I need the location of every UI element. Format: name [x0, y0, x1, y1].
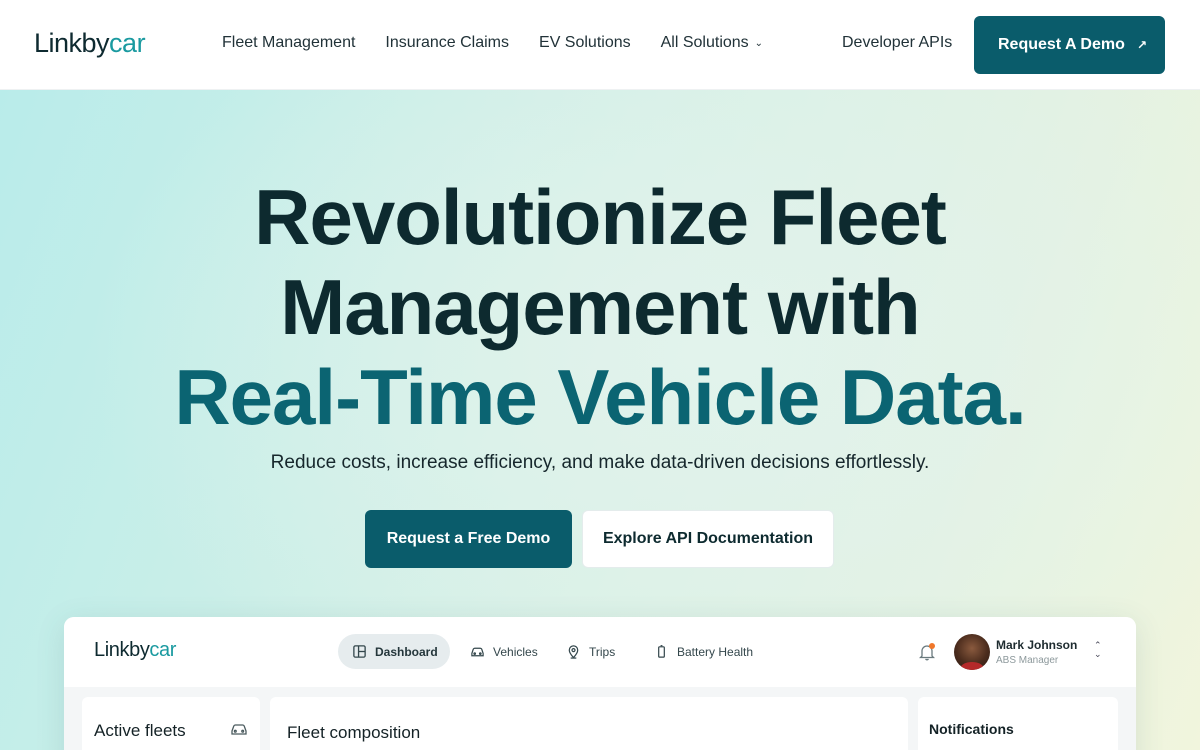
fleet-composition-card: Fleet composition	[270, 697, 908, 750]
nav-link-developer-apis[interactable]: Developer APIs	[842, 34, 952, 52]
car-icon	[471, 647, 484, 657]
nav-link-insurance-claims[interactable]: Insurance Claims	[385, 34, 509, 52]
main-nav: Fleet Management Insurance Claims EV Sol…	[222, 34, 763, 52]
logo-text-accent: car	[109, 28, 146, 58]
dashboard-preview: Linkbycar Dashboard Vehicles Trips Batte…	[64, 617, 1136, 750]
location-pin-icon	[568, 645, 579, 659]
hero-subtitle: Reduce costs, increase efficiency, and m…	[270, 452, 930, 473]
tab-label: Battery Health	[677, 644, 754, 659]
notifications-card: Notifications	[918, 697, 1118, 750]
request-free-demo-button[interactable]: Request a Free Demo	[365, 510, 572, 568]
tab-trips[interactable]: Trips	[566, 634, 615, 669]
tab-battery-health[interactable]: Battery Health	[654, 634, 753, 669]
hero-heading-line-2: Management with	[280, 263, 920, 351]
nav-dropdown-label: All Solutions	[660, 34, 749, 51]
arrow-up-right-icon: ↗	[1136, 38, 1147, 52]
app-logo-text-accent: car	[149, 639, 177, 661]
nav-link-ev-solutions[interactable]: EV Solutions	[539, 34, 631, 52]
card-title: Active fleets	[94, 721, 186, 740]
tab-dashboard[interactable]: Dashboard	[338, 634, 450, 669]
site-logo[interactable]: Linkby car	[34, 28, 146, 59]
card-title: Fleet composition	[287, 723, 421, 742]
top-navbar: Linkby car Fleet Management Insurance Cla…	[0, 0, 1200, 90]
dashboard-icon	[353, 645, 366, 658]
tab-label: Vehicles	[493, 644, 538, 659]
card-title: Notifications	[929, 721, 1014, 737]
nav-dropdown-all-solutions[interactable]: All Solutions ⌄	[661, 34, 763, 52]
hero-section: Revolutionize Fleet Management with Real…	[0, 90, 1200, 750]
app-logo[interactable]: Linkbycar	[94, 639, 176, 662]
avatar[interactable]	[954, 634, 990, 670]
logo-text-main: Linkby	[34, 28, 110, 58]
app-logo-text-main: Linkby	[94, 639, 150, 661]
explore-api-docs-button[interactable]: Explore API Documentation	[582, 510, 834, 568]
battery-icon	[658, 645, 665, 658]
request-demo-button[interactable]: Request A Demo ↗	[974, 16, 1165, 74]
tab-label: Trips	[589, 644, 616, 659]
notification-badge	[929, 643, 935, 649]
active-fleets-card: Active fleets	[82, 697, 260, 750]
nav-link-fleet-management[interactable]: Fleet Management	[222, 34, 355, 52]
user-name: Mark Johnson	[996, 638, 1078, 652]
app-header: Linkbycar Dashboard Vehicles Trips Batte…	[64, 617, 1136, 687]
request-demo-label: Request A Demo	[998, 36, 1125, 53]
tab-label: Dashboard	[375, 644, 438, 659]
car-icon	[231, 724, 247, 735]
tab-vehicles[interactable]: Vehicles	[470, 634, 538, 669]
chevron-up-down-icon[interactable]: ⌃ ⌄	[1094, 641, 1102, 659]
hero-heading-line-3: Real-Time Vehicle Data.	[174, 353, 1026, 441]
chevron-down-icon: ⌄	[754, 38, 764, 49]
user-role: ABS Manager	[996, 655, 1059, 666]
hero-heading-line-1: Revolutionize Fleet	[254, 173, 947, 261]
